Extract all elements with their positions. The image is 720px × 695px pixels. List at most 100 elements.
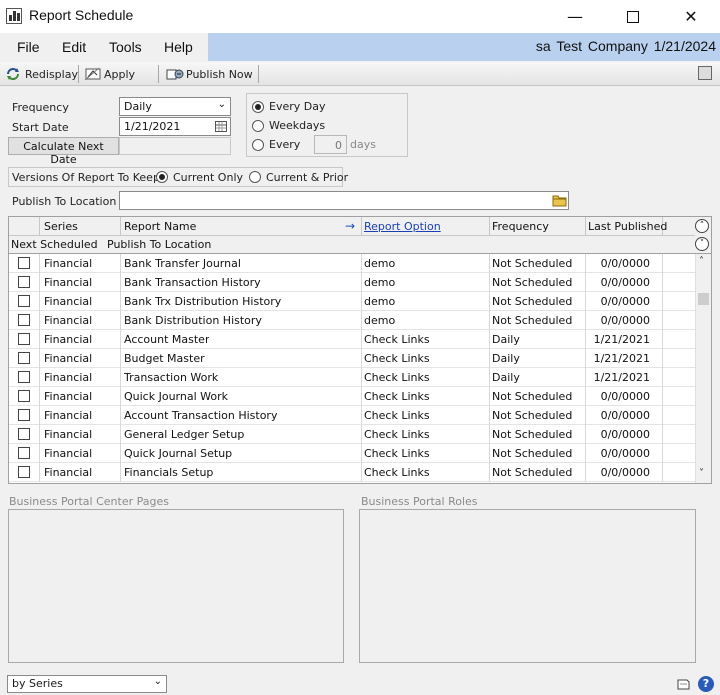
every-days-input[interactable]: 0 xyxy=(314,135,347,154)
table-row[interactable]: Financial Quick Journal Setup Check Links N… xyxy=(9,444,695,463)
scroll-down-icon[interactable]: ˅ xyxy=(699,468,704,479)
cell-series: Financial xyxy=(44,390,93,403)
cell-frequency: Daily xyxy=(492,352,520,365)
cell-report-option[interactable]: Check Links xyxy=(364,390,430,403)
col-divider xyxy=(39,254,40,482)
row-select-checkbox[interactable] xyxy=(18,371,30,383)
col-divider xyxy=(361,254,362,482)
publish-location-input[interactable] xyxy=(119,191,569,210)
every-day-radio[interactable] xyxy=(252,101,264,113)
col-last-published[interactable]: Last Published xyxy=(588,220,667,233)
cell-report-option[interactable]: demo xyxy=(364,276,395,289)
row-select-checkbox[interactable] xyxy=(18,276,30,288)
help-icon[interactable]: ? xyxy=(698,676,714,692)
window-title: Report Schedule xyxy=(29,7,134,23)
apply-button[interactable]: Apply xyxy=(84,66,135,82)
minimize-button[interactable]: — xyxy=(552,0,598,33)
cell-series: Financial xyxy=(44,466,93,479)
cell-report-option[interactable]: demo xyxy=(364,257,395,270)
cell-frequency: Daily xyxy=(492,371,520,384)
publish-location-label: Publish To Location xyxy=(12,195,117,208)
publish-now-button[interactable]: Publish Now xyxy=(166,66,253,82)
col-report-name[interactable]: Report Name xyxy=(124,220,196,233)
calendar-icon[interactable] xyxy=(215,121,227,132)
table-row[interactable]: Financial Bank Trx Distribution History de… xyxy=(9,292,695,311)
chevron-down-icon: ⌄ xyxy=(217,99,226,110)
current-only-radio[interactable] xyxy=(156,171,168,183)
sort-select[interactable]: by Series ⌄ xyxy=(7,675,167,693)
table-row[interactable]: Financial Account Master Check Links Daily 1… xyxy=(9,330,695,349)
col-next-scheduled[interactable]: Next Scheduled xyxy=(11,238,98,251)
arrow-right-icon[interactable]: → xyxy=(345,219,355,233)
cell-frequency: Daily xyxy=(492,333,520,346)
row-select-checkbox[interactable] xyxy=(18,447,30,459)
cell-report-option[interactable]: Check Links xyxy=(364,371,430,384)
cell-report-option[interactable]: Check Links xyxy=(364,333,430,346)
cell-report-option[interactable]: Check Links xyxy=(364,447,430,460)
row-select-checkbox[interactable] xyxy=(18,352,30,364)
col-report-option[interactable]: Report Option xyxy=(364,220,441,233)
apply-icon xyxy=(84,67,101,81)
menu-tools[interactable]: Tools xyxy=(109,39,142,55)
cell-last-published: 1/21/2021 xyxy=(593,333,650,346)
table-row[interactable]: Financial General Ledger Setup Check Links… xyxy=(9,425,695,444)
col-publish-to-location[interactable]: Publish To Location xyxy=(107,238,211,251)
cell-frequency: Not Scheduled xyxy=(492,257,573,270)
every-day-label: Every Day xyxy=(269,100,326,113)
cell-report-name: Account Transaction History xyxy=(124,409,278,422)
table-row[interactable]: Financial Bank Transfer Journal demo Not Sc… xyxy=(9,254,695,273)
collapse-icon[interactable]: ˄ xyxy=(695,219,709,233)
cell-report-option[interactable]: Check Links xyxy=(364,428,430,441)
cell-series: Financial xyxy=(44,314,93,327)
table-row[interactable]: Financial Account Transaction History Chec… xyxy=(9,406,695,425)
menu-edit[interactable]: Edit xyxy=(62,39,86,55)
center-pages-list[interactable] xyxy=(8,509,344,663)
menu-help[interactable]: Help xyxy=(164,39,193,55)
row-select-checkbox[interactable] xyxy=(18,314,30,326)
start-date-field[interactable]: 1/21/2021 xyxy=(119,117,231,136)
row-select-checkbox[interactable] xyxy=(18,333,30,345)
calculate-next-date-button[interactable]: Calculate Next Date xyxy=(8,137,119,166)
cell-report-option[interactable]: Check Links xyxy=(364,352,430,365)
table-row[interactable]: Financial Bank Transaction History demo Not… xyxy=(9,273,695,292)
cell-report-option[interactable]: Check Links xyxy=(364,409,430,422)
note-icon[interactable] xyxy=(676,677,691,691)
roles-list[interactable] xyxy=(359,509,696,663)
table-row[interactable]: Financial Budget Master Check Links Daily 1/… xyxy=(9,349,695,368)
table-row[interactable]: Financial Bank Distribution History demo No… xyxy=(9,311,695,330)
table-row[interactable]: Financial Financials Setup Check Links Not … xyxy=(9,463,695,482)
row-select-checkbox[interactable] xyxy=(18,409,30,421)
row-select-checkbox[interactable] xyxy=(18,428,30,440)
cell-report-option[interactable]: demo xyxy=(364,314,395,327)
print-icon[interactable] xyxy=(698,66,712,80)
folder-icon[interactable] xyxy=(552,193,567,207)
cell-frequency: Not Scheduled xyxy=(492,390,573,403)
table-row[interactable]: Financial Quick Journal Work Check Links No… xyxy=(9,387,695,406)
cell-report-option[interactable]: demo xyxy=(364,295,395,308)
cell-report-name: Quick Journal Setup xyxy=(124,447,233,460)
current-prior-radio[interactable] xyxy=(249,171,261,183)
row-select-checkbox[interactable] xyxy=(18,390,30,402)
table-row[interactable]: Financial Transaction Work Check Links Dail… xyxy=(9,368,695,387)
row-select-checkbox[interactable] xyxy=(18,466,30,478)
cell-series: Financial xyxy=(44,447,93,460)
maximize-button[interactable] xyxy=(610,0,656,33)
cell-series: Financial xyxy=(44,409,93,422)
col-frequency[interactable]: Frequency xyxy=(492,220,549,233)
col-series[interactable]: Series xyxy=(44,220,78,233)
vertical-scrollbar[interactable]: ˄ ˅ xyxy=(695,254,711,483)
menu-file[interactable]: File xyxy=(17,39,40,55)
col-divider xyxy=(489,254,490,482)
close-button[interactable]: ✕ xyxy=(668,0,714,33)
row-select-checkbox[interactable] xyxy=(18,257,30,269)
scroll-up-icon[interactable]: ˄ xyxy=(699,256,704,267)
redisplay-button[interactable]: Redisplay xyxy=(5,66,78,82)
weekdays-radio[interactable] xyxy=(252,120,264,132)
every-n-days-radio[interactable] xyxy=(252,139,264,151)
expand-icon[interactable]: ˅ xyxy=(695,237,709,251)
frequency-select[interactable]: Daily ⌄ xyxy=(119,97,231,116)
scroll-thumb[interactable] xyxy=(698,293,709,305)
row-select-checkbox[interactable] xyxy=(18,295,30,307)
days-label: days xyxy=(350,138,376,151)
cell-report-option[interactable]: Check Links xyxy=(364,466,430,479)
